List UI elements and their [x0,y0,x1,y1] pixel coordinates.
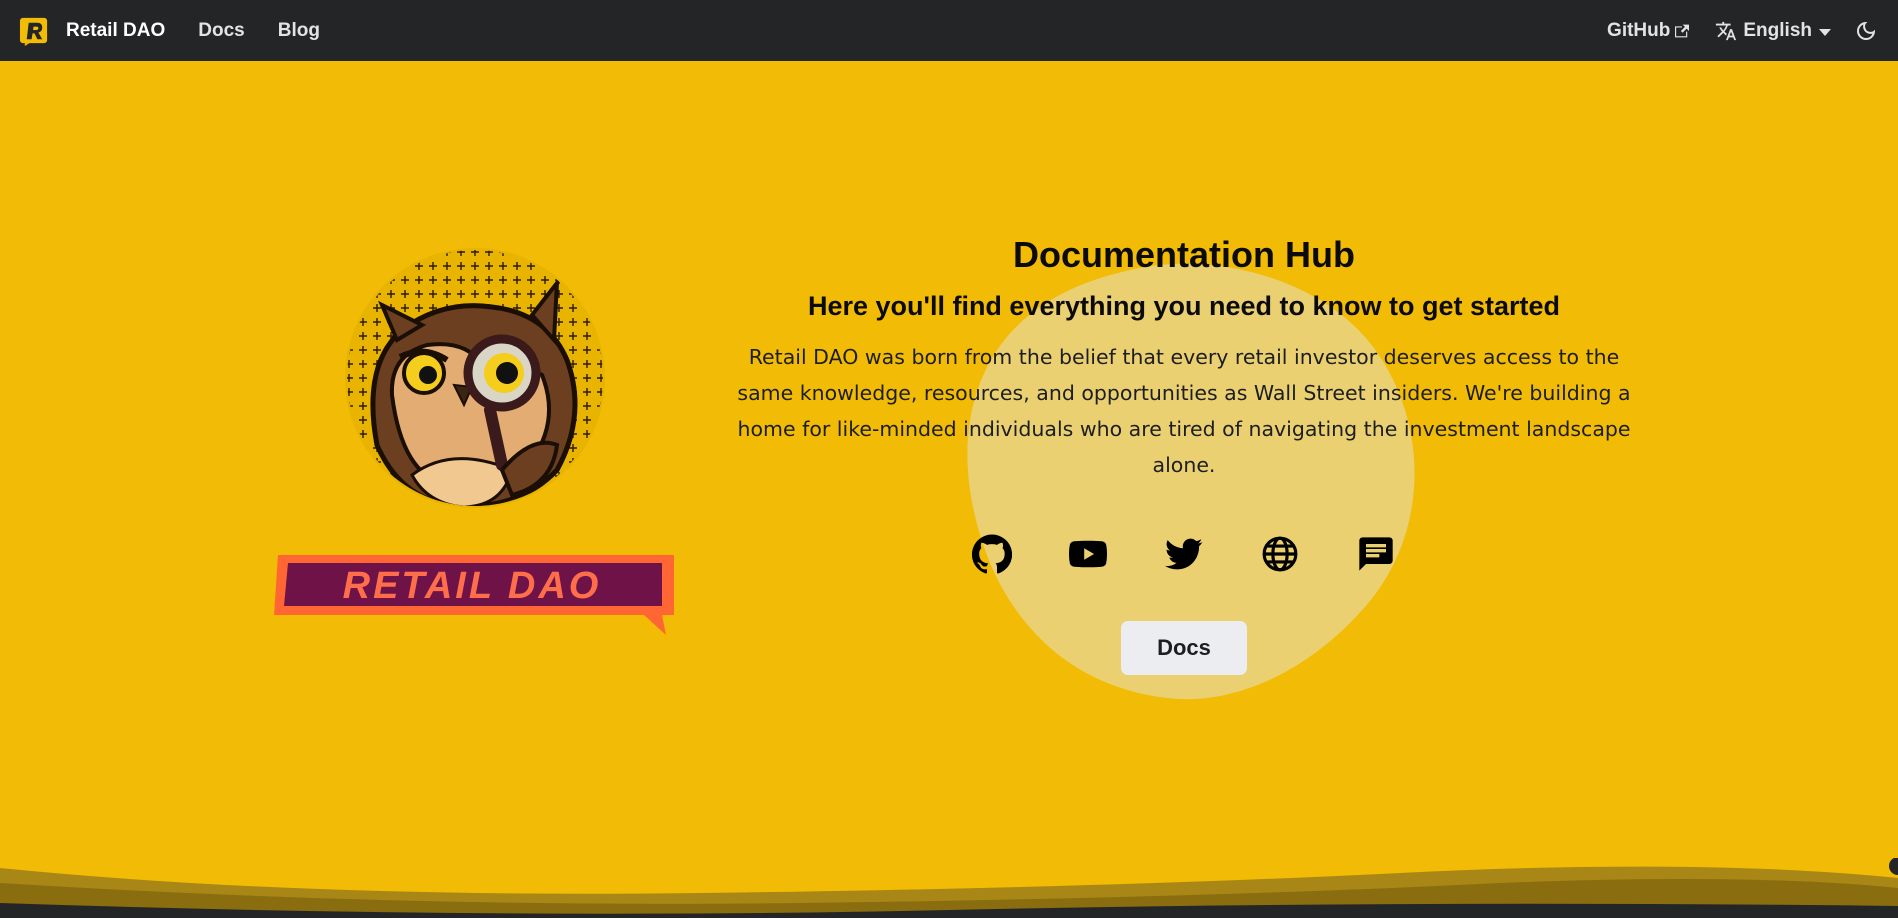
language-dropdown[interactable]: English [1715,20,1831,42]
navbar-right: GitHub English [1607,18,1879,44]
youtube-icon [1069,540,1107,568]
twitter-social-link[interactable] [1162,532,1206,576]
twitter-icon [1165,538,1203,570]
nav-link-blog[interactable]: Blog [278,20,320,42]
github-link[interactable]: GitHub [1607,19,1690,42]
hero-text: Documentation Hub Here you'll find every… [720,225,1648,483]
theme-toggle-button[interactable] [1853,18,1879,44]
docs-button[interactable]: Docs [1121,621,1247,675]
wordmark-text: RETAIL DAO [343,565,602,607]
brand-title: Retail DAO [66,19,166,41]
translate-icon [1716,21,1737,40]
moon-icon [1857,21,1875,40]
chat-icon [1359,537,1393,571]
website-social-link[interactable] [1258,532,1302,576]
retail-dao-logo-icon [19,17,48,46]
chevron-down-icon [1819,28,1831,36]
github-icon [972,534,1012,574]
external-link-icon [1675,24,1690,37]
nav-link-docs[interactable]: Docs [198,20,244,42]
forum-social-link[interactable] [1354,532,1398,576]
github-link-label: GitHub [1607,19,1671,41]
youtube-social-link[interactable] [1066,532,1110,576]
hero-title: Documentation Hub [1013,234,1355,275]
navbar: Retail DAO Docs Blog GitHub English [0,0,1898,61]
hero-subtitle: Here you'll find everything you need to … [807,291,1561,321]
globe-icon [1262,536,1298,572]
language-label: English [1743,19,1812,41]
retail-dao-wordmark-image: RETAIL DAO [274,555,674,635]
github-social-link[interactable] [970,532,1014,576]
social-links [970,532,1398,576]
owl-mascot-image [345,248,605,508]
bottom-waves-decoration [0,858,1898,918]
hero-description: Retail DAO was born from the belief that… [737,345,1631,477]
brand-link[interactable]: Retail DAO [19,15,165,46]
